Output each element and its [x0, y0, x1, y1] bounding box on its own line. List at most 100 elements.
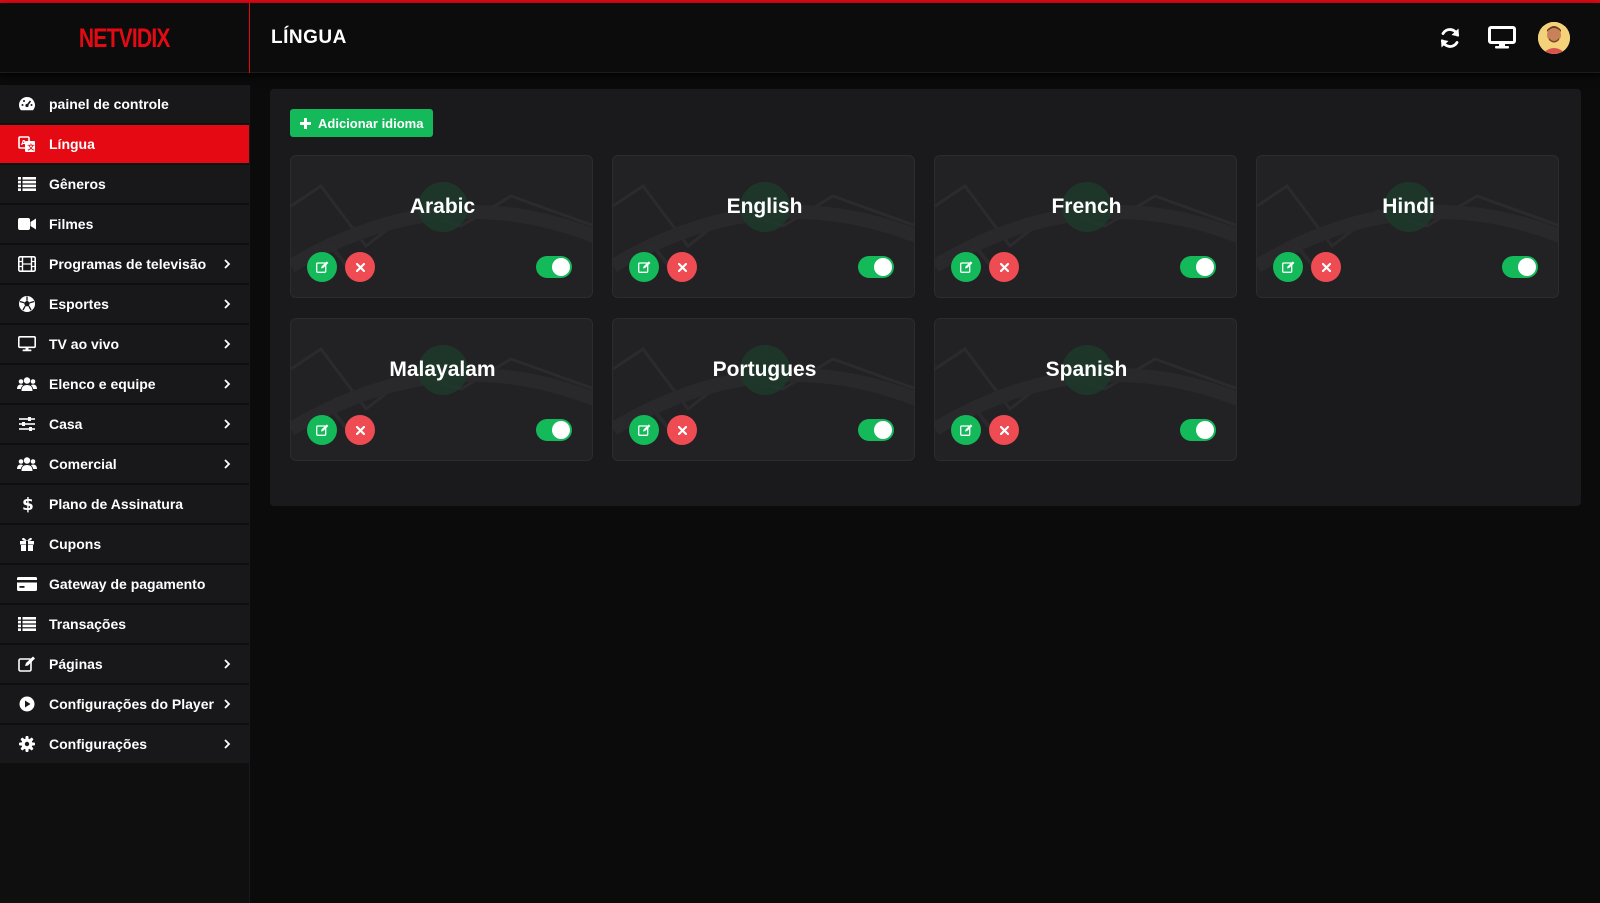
chevron-right-icon	[223, 697, 231, 715]
sidebar-item-pages[interactable]: Páginas	[0, 645, 249, 683]
sidebar-item-coupons[interactable]: Cupons	[0, 525, 249, 563]
sidebar-item-live-tv[interactable]: TV ao vivo	[0, 325, 249, 363]
language-name: Hindi	[1382, 195, 1435, 218]
users-icon	[17, 454, 37, 474]
sidebar-item-genres[interactable]: Gêneros	[0, 165, 249, 203]
brand-logo[interactable]: NETVIDIX	[0, 3, 250, 73]
chevron-right-icon	[223, 257, 231, 275]
edit-icon	[1281, 261, 1294, 273]
film-icon	[17, 254, 37, 274]
close-icon	[999, 425, 1009, 435]
user-avatar[interactable]	[1538, 22, 1570, 54]
add-language-button[interactable]: Adicionar idioma	[290, 109, 434, 137]
language-card: Hindi	[1256, 155, 1559, 298]
toggle-knob	[874, 258, 892, 276]
language-status-toggle[interactable]	[858, 419, 894, 441]
add-language-label: Adicionar idioma	[318, 115, 424, 131]
close-icon	[355, 425, 365, 435]
delete-language-button[interactable]	[667, 415, 697, 445]
delete-language-button[interactable]	[1311, 252, 1341, 282]
delete-language-button[interactable]	[345, 252, 375, 282]
chevron-right-icon	[223, 377, 231, 395]
play-circle-icon	[17, 694, 37, 714]
edit-icon	[959, 424, 972, 436]
sidebar-item-sports[interactable]: Esportes	[0, 285, 249, 323]
close-icon	[999, 262, 1009, 272]
sidebar-item-payment-gateway[interactable]: Gateway de pagamento	[0, 565, 249, 603]
language-status-toggle[interactable]	[858, 256, 894, 278]
gear-icon	[17, 734, 37, 754]
refresh-icon[interactable]	[1434, 22, 1466, 54]
language-card: French	[934, 155, 1237, 298]
sidebar-item-transactions[interactable]: Transações	[0, 605, 249, 643]
edit-language-button[interactable]	[629, 252, 659, 282]
language-name: Malayalam	[389, 358, 496, 381]
language-name: French	[1051, 195, 1122, 218]
sidebar: painel de controle A文 Língua Gêneros Fil…	[0, 85, 250, 903]
edit-language-button[interactable]	[1273, 252, 1303, 282]
language-status-toggle[interactable]	[1502, 256, 1538, 278]
soccer-ball-icon	[17, 294, 37, 314]
video-camera-icon	[17, 214, 37, 234]
language-card: Arabic	[290, 155, 593, 298]
language-icon: A文	[17, 134, 37, 154]
sidebar-item-cast-crew[interactable]: Elenco e equipe	[0, 365, 249, 403]
language-name: Arabic	[409, 195, 476, 218]
sidebar-item-movies[interactable]: Filmes	[0, 205, 249, 243]
delete-language-button[interactable]	[989, 252, 1019, 282]
sidebar-item-label: Programas de televisão	[49, 256, 207, 272]
sidebar-item-label: Comercial	[49, 456, 117, 472]
sidebar-item-label: Gêneros	[49, 176, 106, 192]
language-status-toggle[interactable]	[536, 419, 572, 441]
edit-icon	[637, 261, 650, 273]
gift-icon	[17, 534, 37, 554]
language-status-toggle[interactable]	[1180, 419, 1216, 441]
svg-text:$: $	[22, 495, 33, 513]
language-card: Spanish	[934, 318, 1237, 461]
close-icon	[1321, 262, 1331, 272]
edit-language-button[interactable]	[629, 415, 659, 445]
edit-icon	[17, 654, 37, 674]
delete-language-button[interactable]	[989, 415, 1019, 445]
plus-icon	[300, 117, 311, 129]
monitor-icon[interactable]	[1486, 22, 1518, 54]
language-name: Spanish	[1045, 358, 1128, 381]
sidebar-item-label: Páginas	[49, 656, 103, 672]
sliders-icon	[17, 414, 37, 434]
toggle-knob	[874, 421, 892, 439]
sidebar-item-language[interactable]: A文 Língua	[0, 125, 249, 163]
svg-text:A: A	[21, 139, 27, 147]
edit-language-button[interactable]	[307, 415, 337, 445]
sidebar-item-dashboard[interactable]: painel de controle	[0, 85, 249, 123]
sidebar-item-player-settings[interactable]: Configurações do Player	[0, 685, 249, 723]
sidebar-item-label: Esportes	[49, 296, 109, 312]
language-name: English	[726, 195, 803, 218]
sidebar-item-home[interactable]: Casa	[0, 405, 249, 443]
sidebar-item-label: Filmes	[49, 216, 94, 232]
language-name: Portugues	[712, 358, 817, 381]
sidebar-item-commercial[interactable]: Comercial	[0, 445, 249, 483]
language-status-toggle[interactable]	[536, 256, 572, 278]
dashboard-icon	[17, 94, 37, 114]
sidebar-item-label: Configurações do Player	[49, 696, 214, 712]
delete-language-button[interactable]	[345, 415, 375, 445]
sidebar-item-tv-shows[interactable]: Programas de televisão	[0, 245, 249, 283]
toggle-knob	[1196, 421, 1214, 439]
language-status-toggle[interactable]	[1180, 256, 1216, 278]
sidebar-item-label: Língua	[49, 136, 95, 152]
sidebar-item-settings[interactable]: Configurações	[0, 725, 249, 763]
list-icon	[17, 614, 37, 634]
dollar-icon: $	[17, 494, 37, 514]
edit-icon	[315, 261, 328, 273]
edit-language-button[interactable]	[307, 252, 337, 282]
toggle-knob	[1518, 258, 1536, 276]
toggle-knob	[1196, 258, 1214, 276]
sidebar-item-label: Plano de Assinatura	[49, 496, 184, 512]
edit-language-button[interactable]	[951, 415, 981, 445]
sidebar-item-subscription-plan[interactable]: $ Plano de Assinatura	[0, 485, 249, 523]
edit-language-button[interactable]	[951, 252, 981, 282]
chevron-right-icon	[223, 657, 231, 675]
delete-language-button[interactable]	[667, 252, 697, 282]
close-icon	[677, 262, 687, 272]
edit-icon	[315, 424, 328, 436]
